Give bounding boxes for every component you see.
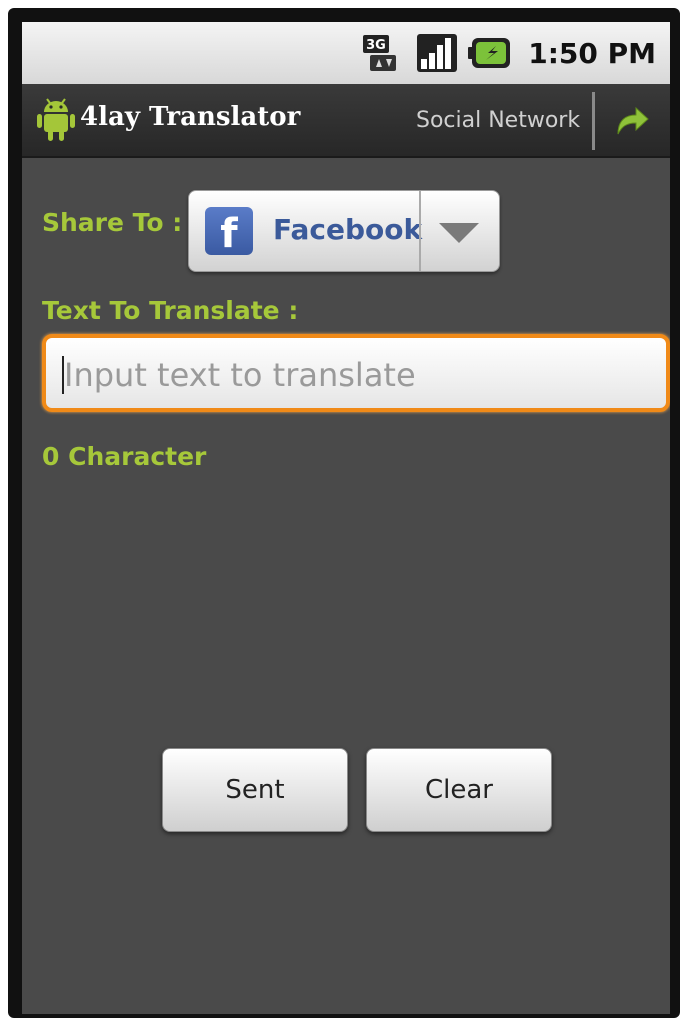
app-title: 4lay Translator: [80, 102, 301, 132]
signal-bars-icon: [417, 34, 458, 72]
translate-text-input[interactable]: Input text to translate: [42, 334, 670, 412]
text-to-translate-label: Text To Translate :: [42, 296, 299, 325]
svg-text:3G: 3G: [366, 38, 386, 53]
status-bar: 3G 1:50 PM: [22, 22, 670, 84]
status-icons: 3G 1:50 PM: [362, 32, 656, 74]
translate-input-placeholder: Input text to translate: [64, 356, 416, 394]
share-selected-value: Facebook: [273, 213, 423, 246]
battery-icon: [468, 38, 511, 68]
share-target-spinner[interactable]: f Facebook: [188, 190, 500, 272]
title-bar: 4lay Translator Social Network: [22, 84, 670, 158]
spinner-divider: [419, 191, 421, 271]
social-network-label[interactable]: Social Network: [416, 108, 580, 133]
share-arrow-icon[interactable]: [614, 104, 650, 138]
sent-button[interactable]: Sent: [162, 748, 348, 832]
character-count: 0 Character: [42, 442, 207, 471]
screen: 3G 1:50 PM 4lay Translator Social Networ…: [22, 22, 670, 1014]
status-clock: 1:50 PM: [528, 36, 656, 70]
android-logo-icon: [37, 98, 75, 141]
clear-button[interactable]: Clear: [366, 748, 552, 832]
dropdown-arrow-icon[interactable]: [439, 223, 479, 243]
title-divider: [592, 92, 595, 150]
facebook-icon: f: [205, 207, 253, 257]
share-to-label: Share To :: [42, 208, 183, 237]
3g-icon: 3G: [363, 35, 397, 71]
phone-frame: 3G 1:50 PM 4lay Translator Social Networ…: [8, 8, 680, 1018]
